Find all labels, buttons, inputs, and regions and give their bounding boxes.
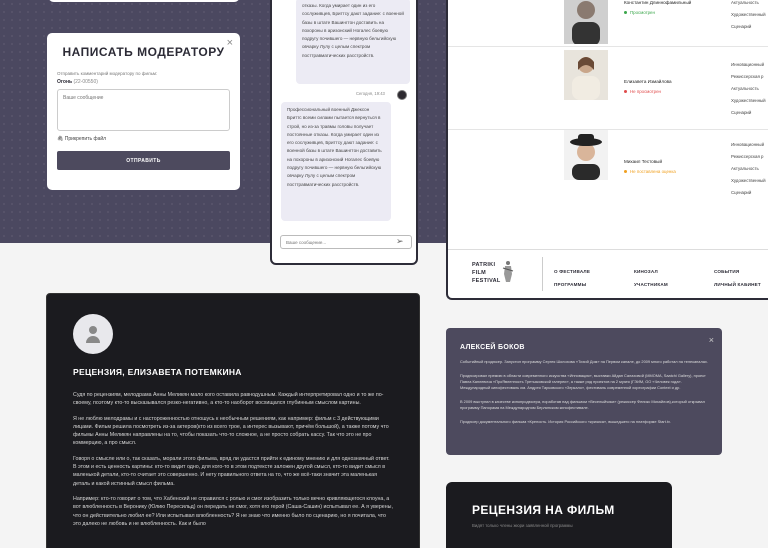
footer-column: СОБЫТИЯ ЛИЧНЫЙ КАБИНЕТ: [714, 265, 761, 291]
status-label: Просмотрен: [630, 10, 655, 15]
review-title: РЕЦЕНЗИЯ, ЕЛИЗАВЕТА ПОТЕМКИНА: [73, 367, 242, 377]
send-icon[interactable]: ➢: [396, 236, 404, 247]
status-dot-icon: [624, 170, 627, 174]
participant-photo: [564, 130, 608, 180]
bio-title: АЛЕКСЕЙ БОКОВ: [460, 344, 525, 351]
participant-name: Михаил Тестовый: [624, 159, 663, 164]
participant-photo: [564, 50, 608, 100]
bio-paragraph: В 2009 выступил в качестве кинопродюсера…: [460, 399, 705, 410]
avatar: [397, 90, 407, 100]
logo-line: FESTIVAL: [472, 278, 501, 284]
participants-panel: Константин Длиннофамильный Просмотрен Ак…: [446, 0, 768, 300]
logo-figure-icon: [502, 261, 514, 282]
user-avatar-icon: [73, 314, 113, 354]
participant-status: Просмотрен: [624, 10, 655, 15]
footer-link[interactable]: ЛИЧНЫЙ КАБИНЕТ: [714, 278, 761, 291]
film-name: Огонь: [57, 79, 73, 85]
cta-title: РЕЦЕНЗИЯ НА ФИЛЬМ: [472, 503, 615, 517]
role-item: Режиссерская р: [731, 154, 764, 159]
cta-subtitle: Видят только члены жюри заявленной прогр…: [472, 523, 573, 528]
review-paragraph: Говоря о смысле или о, так сказать, мора…: [73, 455, 390, 487]
chat-window: отказы. Когда умирает один из его сослуж…: [270, 0, 418, 265]
participant-roles: Актуальность Художественный Сценарий: [731, 0, 766, 33]
modal-title: НАПИСАТЬ МОДЕРАТОРУ: [62, 45, 225, 59]
chat-input[interactable]: [280, 235, 412, 249]
role-item: Художественный: [731, 12, 766, 17]
send-button[interactable]: ОТПРАВИТЬ: [57, 151, 230, 170]
status-dot-icon: [624, 11, 627, 15]
role-item: Художественный: [731, 178, 766, 183]
participant-status: Не поставлена оценка: [624, 169, 676, 174]
participant-row[interactable]: Елизавета Измайлова Не просмотрен Иннова…: [448, 48, 768, 115]
role-item: Сценарий: [731, 24, 752, 29]
role-item: Актуальность: [731, 166, 759, 171]
card-fragment: [48, 0, 240, 2]
footer-link[interactable]: КИНОЗАЛ: [634, 265, 668, 278]
divider: [448, 46, 768, 47]
bio-paragraph: Продюсер документального фильма «Крепост…: [460, 419, 671, 424]
close-icon[interactable]: ×: [709, 335, 714, 345]
role-item: Актуальность: [731, 86, 759, 91]
participant-status: Не просмотрен: [624, 89, 661, 94]
role-item: Режиссерская р: [731, 74, 764, 79]
message-time: Сегодня, 19:43: [356, 91, 385, 96]
review-card: РЕЦЕНЗИЯ, ЕЛИЗАВЕТА ПОТЕМКИНА Судя по ре…: [46, 293, 420, 548]
participant-row[interactable]: Михаил Тестовый Не поставлена оценка Инн…: [448, 130, 768, 195]
review-body: Судя по рецензиям, мелодрама Анны Меликя…: [73, 391, 393, 535]
participant-photo: [564, 0, 608, 44]
chat-message-1: отказы. Когда умирает один из его сослуж…: [296, 0, 410, 84]
chat-message-2: Профессиональный военный Джексон Бриттс …: [281, 102, 391, 221]
role-item: Актуальность: [731, 0, 759, 5]
participant-roles: Инновационный Режиссерская р Актуальност…: [731, 59, 766, 119]
modal-hint: Отправить комментарий модератору по филь…: [57, 71, 158, 76]
participant-name: Елизавета Измайлова: [624, 79, 672, 84]
logo-line: FILM: [472, 270, 487, 276]
bio-paragraph: Событийный продюсер. Запустил программу …: [460, 359, 708, 364]
role-item: Инновационный: [731, 142, 765, 147]
status-label: Не просмотрен: [630, 89, 661, 94]
role-item: Сценарий: [731, 110, 752, 115]
role-item: Сценарий: [731, 190, 752, 195]
footer-link[interactable]: УЧАСТНИКАМ: [634, 278, 668, 291]
review-paragraph: Судя по рецензиям, мелодрама Анны Меликя…: [73, 392, 384, 407]
logo-line: PATRIKI: [472, 262, 496, 268]
film-code: (22-00550): [73, 79, 98, 85]
participant-roles: Инновационный Режиссерская р Актуальност…: [731, 139, 766, 199]
footer-link[interactable]: СОБЫТИЯ: [714, 265, 761, 278]
festival-logo[interactable]: PATRIKI FILM FESTIVAL: [472, 261, 501, 285]
role-item: Инновационный: [731, 62, 765, 67]
footer-column: О ФЕСТИВАЛЕ ПРОГРАММЫ: [554, 265, 590, 291]
footer-column: КИНОЗАЛ УЧАСТНИКАМ: [634, 265, 668, 291]
message-input[interactable]: [57, 89, 230, 131]
footer-divider: [542, 257, 543, 291]
moderator-modal: × НАПИСАТЬ МОДЕРАТОРУ Отправить коммента…: [47, 33, 240, 190]
review-cta-card[interactable]: РЕЦЕНЗИЯ НА ФИЛЬМ Видят только члены жюр…: [446, 482, 672, 548]
bio-paragraph: Продюсировал премию в области современно…: [460, 373, 706, 390]
footer-link[interactable]: О ФЕСТИВАЛЕ: [554, 265, 590, 278]
participant-name: Константин Длиннофамильный: [624, 0, 692, 5]
role-item: Художественный: [731, 98, 766, 103]
site-footer: PATRIKI FILM FESTIVAL О ФЕСТИВАЛЕ ПРОГРА…: [448, 249, 768, 296]
attach-label: Прикрепить файл: [64, 136, 107, 142]
review-paragraph: Например: кто-то говорит о том, что Хабе…: [73, 495, 393, 527]
paperclip-icon: 🖇: [57, 136, 64, 142]
bio-modal: × АЛЕКСЕЙ БОКОВ Событийный продюсер. Зап…: [446, 328, 722, 455]
footer-link[interactable]: ПРОГРАММЫ: [554, 278, 590, 291]
close-icon[interactable]: ×: [227, 37, 233, 49]
attach-file-link[interactable]: 🖇 Прикрепить файл: [57, 136, 230, 142]
status-dot-icon: [624, 90, 627, 94]
status-label: Не поставлена оценка: [630, 169, 676, 174]
film-reference: Огонь (22-00550): [57, 79, 230, 85]
review-paragraph: Я не люблю мелодрамы и с настороженность…: [73, 415, 389, 447]
